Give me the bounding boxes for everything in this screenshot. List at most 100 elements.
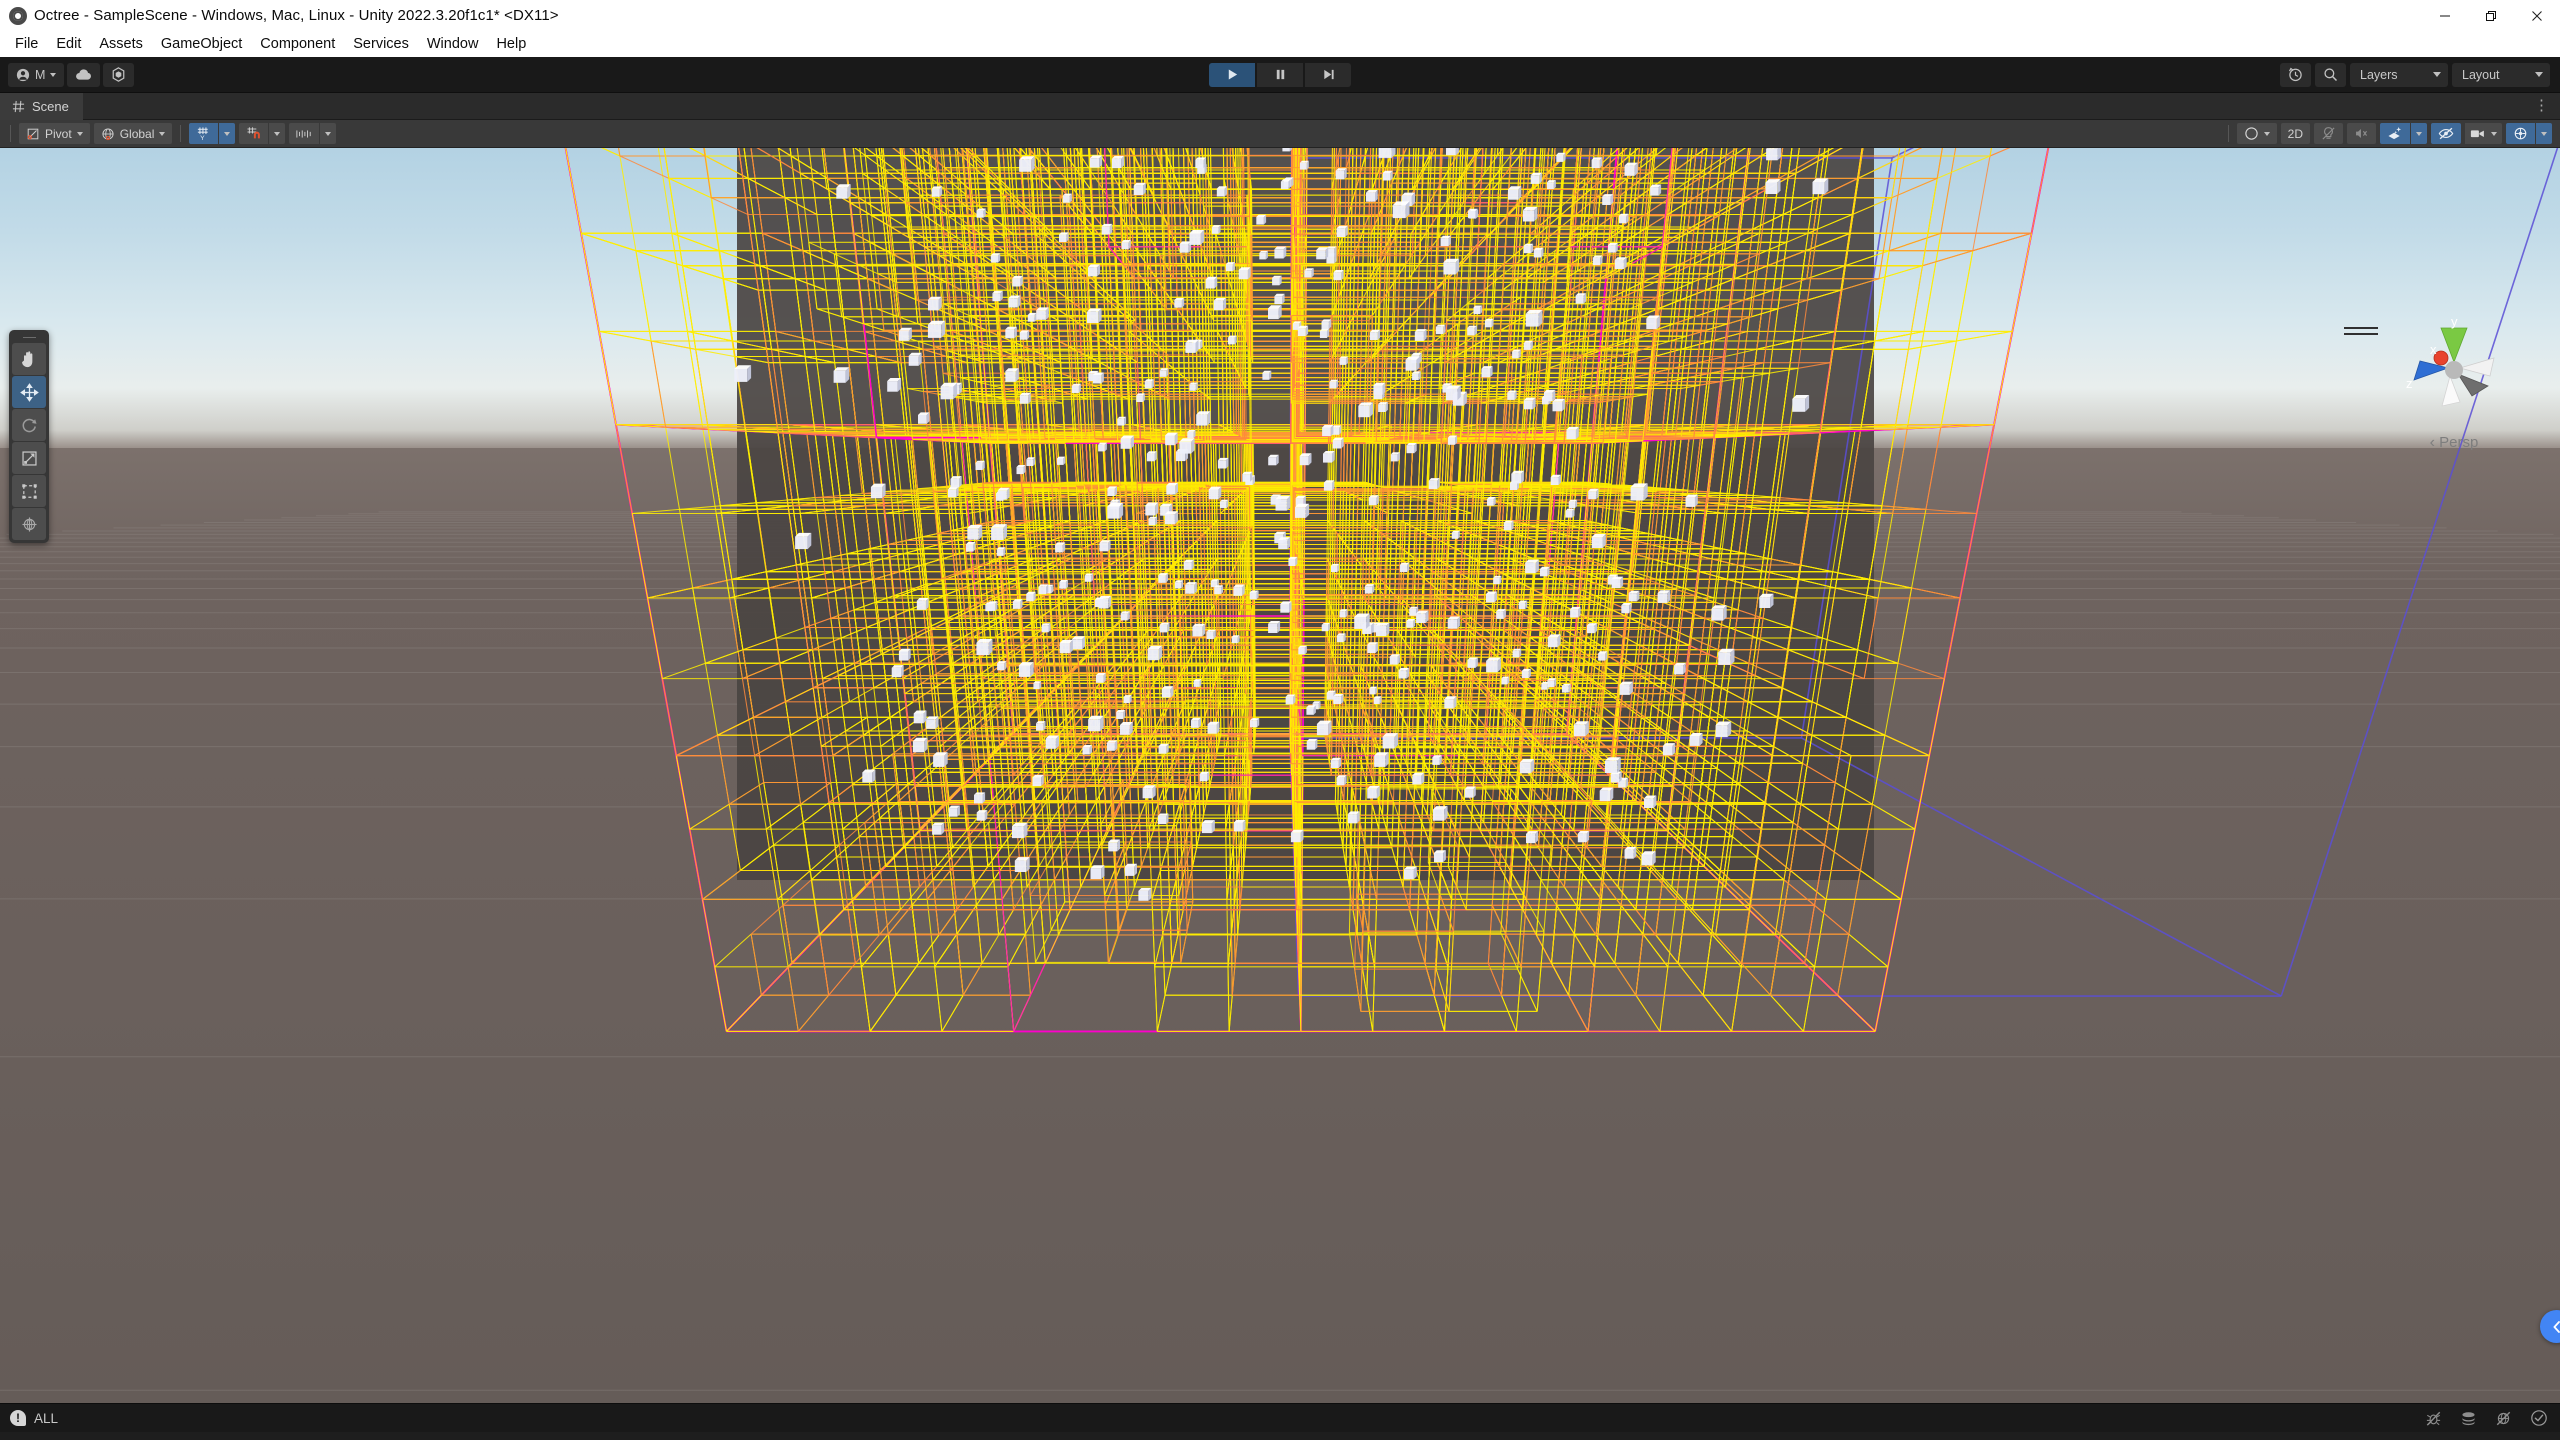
tab-scene[interactable]: Scene [0, 93, 83, 120]
services-settings-button[interactable] [103, 63, 134, 87]
tab-scene-label: Scene [32, 99, 69, 114]
status-message: ALL [34, 1411, 58, 1426]
search-button[interactable] [2315, 63, 2346, 87]
account-label: M [35, 68, 45, 82]
menu-help[interactable]: Help [487, 34, 535, 54]
unity-services-icon [111, 67, 126, 82]
layers-stack-icon[interactable] [2459, 1409, 2478, 1428]
shading-sphere-icon [2244, 126, 2259, 141]
lighting-toggle[interactable] [2314, 123, 2343, 144]
scene-viewport[interactable]: y x z ‹ Persp [0, 148, 2560, 1403]
main-toolbar: M Layers Layout [0, 57, 2560, 93]
cloud-icon [75, 68, 92, 81]
toolbar-left-group: M [8, 63, 134, 87]
effects-dropdown[interactable] [2411, 123, 2427, 144]
step-forward-icon [1322, 68, 1335, 81]
hand-tool[interactable] [12, 343, 46, 375]
chevron-down-icon [274, 132, 280, 136]
grid-snap-dropdown[interactable] [219, 123, 235, 144]
pause-button[interactable] [1257, 63, 1303, 87]
menu-assets[interactable]: Assets [90, 34, 152, 54]
status-bar: ! ALL [0, 1403, 2560, 1432]
menu-services[interactable]: Services [344, 34, 418, 54]
scene-camera-button[interactable] [2465, 123, 2502, 144]
gizmo-grip[interactable] [2344, 327, 2378, 339]
shading-mode-dropdown[interactable] [2237, 123, 2277, 144]
layout-label: Layout [2462, 68, 2500, 82]
pivot-icon [26, 127, 40, 141]
menu-window[interactable]: Window [418, 34, 488, 54]
increment-snap-toggle[interactable] [289, 123, 319, 144]
playmode-controls [1209, 63, 1351, 87]
pause-icon [1274, 68, 1287, 81]
gizmos-toggle[interactable] [2506, 123, 2535, 144]
global-toggle[interactable]: Global [94, 123, 173, 144]
effects-toggle[interactable] [2380, 123, 2410, 144]
gizmo-y-label: y [2451, 314, 2458, 329]
chevron-down-icon [325, 132, 331, 136]
pivot-label: Pivot [45, 127, 72, 141]
step-button[interactable] [1305, 63, 1351, 87]
rect-transform-icon [20, 482, 39, 501]
transform-tool[interactable] [12, 508, 46, 540]
scale-tool[interactable] [12, 442, 46, 474]
toolbar-separator [2228, 125, 2229, 142]
projection-label[interactable]: ‹ Persp [2430, 434, 2479, 452]
layers-label: Layers [2360, 68, 2398, 82]
scene-view-toolbar: Pivot Global Y 2D [0, 120, 2560, 148]
gizmo-x-label: x [2430, 342, 2437, 357]
scene-tabbar: Scene ⋮ [0, 93, 2560, 120]
history-button[interactable] [2280, 63, 2311, 87]
person-icon [16, 68, 30, 82]
rotate-tool[interactable] [12, 409, 46, 441]
globe-icon [101, 127, 115, 141]
panel-options-button[interactable]: ⋮ [2534, 102, 2550, 110]
2d-toggle[interactable]: 2D [2281, 123, 2310, 144]
chevron-left-icon [2551, 1320, 2560, 1334]
window-titlebar: Octree - SampleScene - Windows, Mac, Lin… [0, 0, 2560, 31]
menu-file[interactable]: File [6, 34, 47, 54]
minimize-button[interactable] [2422, 0, 2468, 31]
view-gizmo[interactable]: y x z ‹ Persp [2394, 314, 2514, 444]
check-circle-icon[interactable] [2529, 1409, 2548, 1428]
chevron-down-icon [2535, 72, 2543, 77]
play-button[interactable] [1209, 63, 1255, 87]
window-controls [2422, 0, 2560, 31]
grid-axis-y-icon: Y [196, 126, 211, 141]
menu-component[interactable]: Component [251, 34, 344, 54]
gizmo-z-label: z [2406, 376, 2413, 391]
magnet-snap-icon [246, 126, 261, 141]
magnet-snap-toggle[interactable] [239, 123, 268, 144]
move-tool[interactable] [12, 376, 46, 408]
hidden-objects-toggle[interactable] [2431, 123, 2461, 144]
undo-history-icon [2288, 67, 2303, 82]
console-status[interactable]: ! ALL [10, 1410, 58, 1426]
toolbar-separator [180, 125, 181, 142]
audio-toggle[interactable] [2347, 123, 2376, 144]
axis-gizmo[interactable]: y x z [2394, 314, 2514, 424]
cloud-button[interactable] [67, 63, 100, 87]
gizmos-group [2506, 123, 2552, 144]
rect-tool[interactable] [12, 475, 46, 507]
restore-button[interactable] [2468, 0, 2514, 31]
magnet-snap-dropdown[interactable] [269, 123, 285, 144]
menu-gameobject[interactable]: GameObject [152, 34, 251, 54]
account-button[interactable]: M [8, 63, 64, 87]
menu-edit[interactable]: Edit [47, 34, 90, 54]
layout-dropdown[interactable]: Layout [2452, 63, 2550, 87]
chevron-down-icon [77, 132, 83, 136]
pivot-toggle[interactable]: Pivot [19, 123, 90, 144]
close-button[interactable] [2514, 0, 2560, 31]
increment-snap-dropdown[interactable] [320, 123, 336, 144]
layers-dropdown[interactable]: Layers [2350, 63, 2448, 87]
grid-visibility-toggle[interactable]: Y [189, 123, 218, 144]
menubar: File Edit Assets GameObject Component Se… [0, 31, 2560, 57]
effects-group [2380, 123, 2427, 144]
window-title: Octree - SampleScene - Windows, Mac, Lin… [34, 7, 559, 24]
tool-palette-grip[interactable] [12, 333, 46, 342]
gizmos-dropdown[interactable] [2536, 123, 2552, 144]
debug-bug-off-icon[interactable] [2424, 1409, 2443, 1428]
global-illumination-off-icon[interactable] [2494, 1409, 2513, 1428]
status-right-icons [2424, 1409, 2548, 1428]
move-arrows-icon [20, 383, 39, 402]
